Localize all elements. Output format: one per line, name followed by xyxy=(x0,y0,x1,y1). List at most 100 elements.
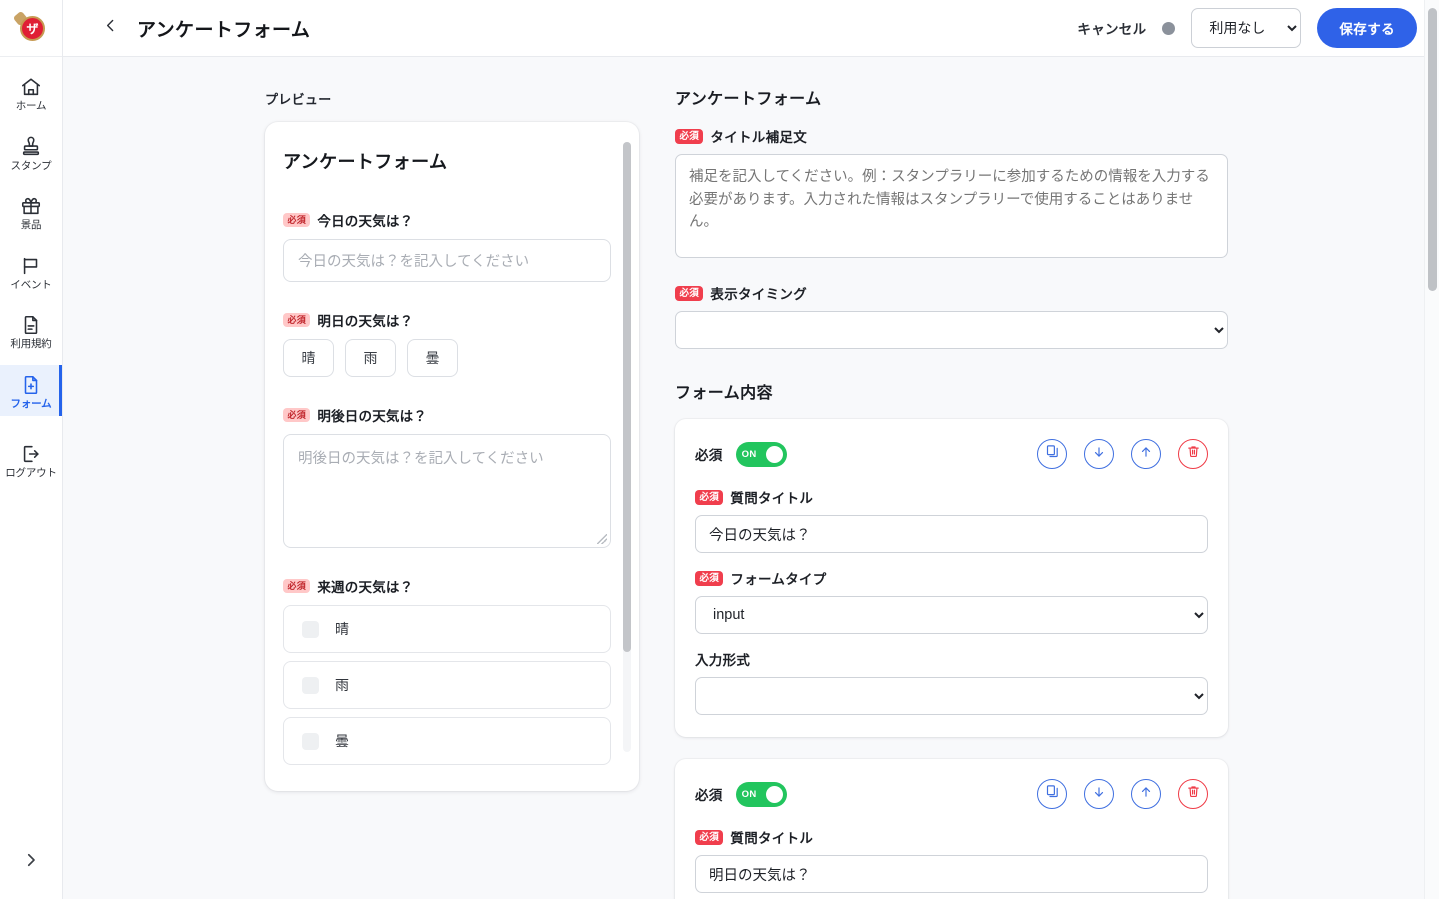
page-scrollbar[interactable] xyxy=(1424,0,1439,899)
display-timing-select[interactable] xyxy=(675,311,1228,349)
required-toggle-label: 必須 xyxy=(695,788,723,803)
preview-checkbox-row[interactable]: 雨 xyxy=(283,661,611,709)
question-title-input[interactable] xyxy=(695,855,1208,893)
toggle-knob xyxy=(765,785,783,803)
logo-container: ザ xyxy=(0,0,62,57)
app-root: ザ ホーム スタンプ 景品 イベント 利用規約 フォーム ログアウト アンケート… xyxy=(0,0,1439,899)
preview-card: アンケートフォーム 必須 今日の天気は？ 今日の天気は？を記入してください 必須… xyxy=(265,122,639,791)
question-title-label-row: 必須 質問タイトル xyxy=(695,827,1208,847)
preview-scrollbar-thumb[interactable] xyxy=(623,142,631,652)
checkbox-icon[interactable] xyxy=(302,732,319,750)
question-card-actions xyxy=(1037,779,1208,809)
question-title-label: 質問タイトル xyxy=(730,491,814,506)
stamp-logo: ザ xyxy=(12,10,47,44)
preview-scrollbar[interactable] xyxy=(623,142,631,752)
move-up-icon xyxy=(1139,445,1153,464)
chevron-right-icon xyxy=(22,851,40,874)
move-down-button[interactable] xyxy=(1084,779,1114,809)
required-badge: 必須 xyxy=(675,128,704,144)
gift-icon xyxy=(20,195,42,217)
sidebar-item-terms[interactable]: 利用規約 xyxy=(0,305,62,357)
cancel-button[interactable]: キャンセル xyxy=(1077,18,1146,38)
supplement-field: 必須 タイトル補足文 xyxy=(675,126,1439,263)
preview-form-title: アンケートフォーム xyxy=(283,152,448,172)
required-badge: 必須 xyxy=(695,829,724,845)
logout-icon xyxy=(20,443,42,465)
required-badge: 必須 xyxy=(283,213,311,227)
preview-question: 必須 来週の天気は？ 晴 雨 曇 xyxy=(283,576,611,765)
preview-question-title: 明後日の天気は？ xyxy=(317,409,428,424)
status-indicator-dot xyxy=(1162,21,1176,35)
form-type-select[interactable]: input xyxy=(695,596,1208,634)
checkbox-icon[interactable] xyxy=(302,676,319,694)
required-badge: 必須 xyxy=(283,313,311,327)
preview-choice-button[interactable]: 晴 xyxy=(283,339,334,377)
preview-choice-button[interactable]: 雨 xyxy=(345,339,396,377)
move-up-button[interactable] xyxy=(1131,779,1161,809)
question-card: 必須 ON xyxy=(675,419,1228,737)
copy-icon xyxy=(1045,784,1060,804)
sidebar-item-event[interactable]: イベント xyxy=(0,246,62,298)
preview-checkbox-row[interactable]: 曇 xyxy=(283,717,611,765)
editor-column: アンケートフォーム 必須 タイトル補足文 必須 表示タイミング xyxy=(669,57,1439,899)
sidebar-item-prize[interactable]: 景品 xyxy=(0,186,62,238)
move-up-button[interactable] xyxy=(1131,439,1161,469)
sidebar-item-stamp[interactable]: スタンプ xyxy=(0,127,62,179)
move-down-button[interactable] xyxy=(1084,439,1114,469)
form-plus-icon xyxy=(20,374,42,396)
question-card-actions xyxy=(1037,439,1208,469)
delete-question-button[interactable] xyxy=(1178,439,1208,469)
preview-question-title: 明日の天気は？ xyxy=(317,314,414,329)
duplicate-question-button[interactable] xyxy=(1037,439,1067,469)
input-format-select[interactable] xyxy=(695,677,1208,715)
delete-icon xyxy=(1186,784,1201,804)
form-type-field: 必須 フォームタイプ input xyxy=(695,568,1208,634)
preview-checkbox-label: 曇 xyxy=(335,733,349,749)
sidebar-item-logout[interactable]: ログアウト xyxy=(0,434,62,486)
sidebar-item-label: 利用規約 xyxy=(10,338,52,350)
sidebar-item-label: ログアウト xyxy=(5,467,57,479)
duplicate-question-button[interactable] xyxy=(1037,779,1067,809)
stamp-icon xyxy=(20,136,42,158)
preview-checkbox-label: 雨 xyxy=(335,677,349,693)
sidebar-expand-button[interactable] xyxy=(0,835,62,889)
sidebar-item-label: ホーム xyxy=(15,100,47,112)
page-scrollbar-thumb[interactable] xyxy=(1428,8,1437,291)
preview-textarea[interactable]: 明後日の天気は？を記入してください xyxy=(283,434,611,548)
preview-choice-button[interactable]: 曇 xyxy=(407,339,458,377)
question-card: 必須 ON xyxy=(675,759,1228,899)
checkbox-icon[interactable] xyxy=(302,620,319,638)
page-title: アンケートフォーム xyxy=(137,19,311,41)
question-card-header: 必須 ON xyxy=(695,779,1208,809)
preview-checkbox-row[interactable]: 晴 xyxy=(283,605,611,653)
toggle-state-text: ON xyxy=(741,448,757,460)
preview-scroll-area[interactable]: アンケートフォーム 必須 今日の天気は？ 今日の天気は？を記入してください 必須… xyxy=(283,148,625,771)
back-button[interactable] xyxy=(97,15,123,41)
preview-text-input[interactable]: 今日の天気は？を記入してください xyxy=(283,239,611,282)
sidebar-item-home[interactable]: ホーム xyxy=(0,67,62,119)
form-content-heading: フォーム内容 xyxy=(675,385,773,402)
timing-field: 必須 表示タイミング xyxy=(675,283,1439,349)
home-icon xyxy=(20,76,42,98)
usage-status-select[interactable]: 利用なし xyxy=(1191,8,1302,48)
preview-question-label: 必須 今日の天気は？ xyxy=(283,210,611,230)
question-title-input[interactable] xyxy=(695,515,1208,553)
move-up-icon xyxy=(1139,785,1153,804)
topbar-actions: キャンセル 利用なし 保存する xyxy=(1077,8,1417,48)
copy-icon xyxy=(1045,444,1060,464)
save-button[interactable]: 保存する xyxy=(1317,8,1417,48)
required-toggle[interactable]: ON xyxy=(735,441,787,467)
required-toggle[interactable]: ON xyxy=(735,781,787,807)
delete-question-button[interactable] xyxy=(1178,779,1208,809)
sidebar-item-label: 景品 xyxy=(20,219,42,231)
content-region: プレビュー アンケートフォーム 必須 今日の天気は？ 今日の天気は？を記入してく… xyxy=(63,57,1439,899)
question-title-label: 質問タイトル xyxy=(730,831,814,846)
required-badge: 必須 xyxy=(283,408,311,422)
preview-question-title: 来週の天気は？ xyxy=(317,580,414,595)
sidebar: ザ ホーム スタンプ 景品 イベント 利用規約 フォーム ログアウト xyxy=(0,0,63,899)
topbar: アンケートフォーム キャンセル 利用なし 保存する xyxy=(63,0,1439,57)
document-icon xyxy=(20,314,42,336)
sidebar-item-form[interactable]: フォーム xyxy=(0,364,62,416)
supplement-textarea[interactable] xyxy=(675,154,1228,258)
